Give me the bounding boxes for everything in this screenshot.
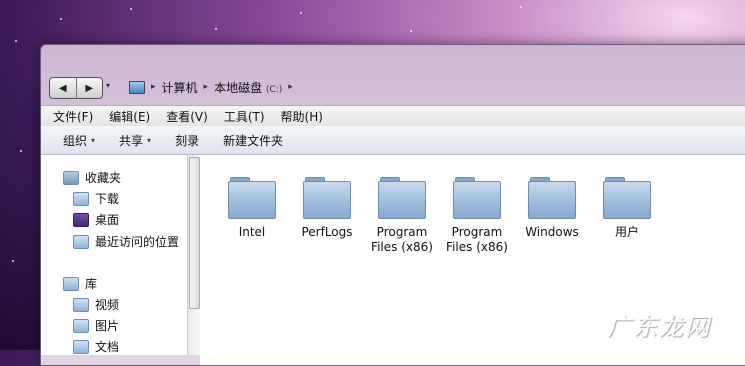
favorites-star-icon: [63, 170, 79, 185]
chevron-down-icon: ▾: [147, 135, 152, 145]
chevron-right-icon[interactable]: ▸: [204, 82, 209, 92]
folder-name: Intel: [216, 225, 288, 240]
navigation-pane-scrollbar[interactable]: [187, 155, 200, 355]
computer-icon: [129, 80, 145, 94]
burn-button[interactable]: 刻录: [163, 132, 211, 149]
video-library-icon: [73, 297, 89, 312]
navigation-bar: ◀ ▶ ▾ ▸ 计算机 ▸ 本地磁盘 (C:) ▸: [49, 75, 739, 99]
sidebar-item-label: 最近访问的位置: [95, 235, 180, 249]
menu-help[interactable]: 帮助(H): [273, 108, 331, 125]
desktop-star: [130, 8, 132, 10]
folder-name: Windows: [516, 225, 588, 240]
desktop-star: [12, 260, 14, 262]
sidebar-item-videos[interactable]: 视频: [73, 296, 119, 313]
folder-name: 用户: [591, 225, 663, 240]
desktop-star: [60, 18, 62, 20]
folder-icon: [303, 177, 351, 219]
folder-name-line2: Files (x86): [371, 240, 433, 254]
navigation-pane: 收藏夹 下载 桌面 最近访问的位置 库 视频 图片 文档: [41, 155, 188, 355]
folder-name: Program Files (x86): [441, 225, 513, 255]
sidebar-item-favorites[interactable]: 收藏夹: [63, 169, 121, 186]
recent-places-icon: [73, 234, 89, 249]
folder-name-line2: Files (x86): [446, 240, 508, 254]
folder-name-line1: Intel: [238, 225, 266, 239]
folder-item[interactable]: Intel: [216, 173, 288, 240]
sidebar-item-desktop[interactable]: 桌面: [73, 211, 119, 228]
folder-name-line1: 用户: [614, 225, 639, 239]
watermark-text: 广东龙网: [607, 313, 711, 341]
sidebar-item-label: 收藏夹: [85, 171, 122, 185]
folder-item[interactable]: PerfLogs: [291, 173, 363, 240]
folder-icon: [528, 177, 576, 219]
menu-file[interactable]: 文件(F): [45, 108, 101, 125]
desktop-star: [410, 30, 412, 32]
folder-name-line1: Windows: [525, 225, 579, 239]
chevron-right-icon[interactable]: ▸: [151, 82, 156, 92]
folder-item[interactable]: Windows: [516, 173, 588, 240]
desktop-star: [300, 12, 302, 14]
new-folder-button[interactable]: 新建文件夹: [211, 132, 295, 149]
sidebar-item-libraries[interactable]: 库: [63, 275, 97, 292]
folder-icon: [228, 177, 276, 219]
share-label: 共享: [119, 133, 144, 148]
nav-buttons: ◀ ▶: [49, 77, 103, 99]
folder-name: Program Files (x86): [366, 225, 438, 255]
chevron-right-icon[interactable]: ▸: [288, 82, 293, 92]
menu-bar: 文件(F) 编辑(E) 查看(V) 工具(T) 帮助(H): [41, 105, 745, 126]
sidebar-item-label: 视频: [95, 298, 120, 312]
desktop-star: [15, 40, 17, 42]
folder-icon: [378, 177, 426, 219]
back-button[interactable]: ◀: [50, 78, 76, 98]
folder-item[interactable]: Program Files (x86): [366, 173, 438, 255]
menu-tools[interactable]: 工具(T): [216, 108, 273, 125]
breadcrumb-computer[interactable]: 计算机: [162, 79, 198, 96]
chevron-down-icon: ▾: [91, 135, 96, 145]
organize-button[interactable]: 组织 ▾: [51, 132, 107, 149]
sidebar-item-documents[interactable]: 文档: [73, 338, 119, 355]
sidebar-item-label: 图片: [95, 319, 120, 333]
command-bar: 组织 ▾ 共享 ▾ 刻录 新建文件夹: [41, 126, 745, 155]
document-library-icon: [73, 339, 89, 354]
desktop-star: [215, 28, 217, 30]
folder-name-line1: Program: [376, 225, 428, 239]
menu-edit[interactable]: 编辑(E): [101, 108, 158, 125]
breadcrumb-local-disk[interactable]: 本地磁盘 (C:): [214, 79, 282, 96]
folder-name: PerfLogs: [291, 225, 363, 240]
folder-name-line1: Program: [451, 225, 503, 239]
forward-button[interactable]: ▶: [75, 78, 103, 98]
recent-pages-dropdown[interactable]: ▾: [106, 81, 110, 90]
desktop-icon: [73, 212, 89, 227]
menu-view[interactable]: 查看(V): [158, 108, 216, 125]
breadcrumb-local-disk-label: 本地磁盘: [214, 80, 263, 95]
drive-letter: (C:): [265, 84, 283, 95]
sidebar-item-recent-places[interactable]: 最近访问的位置: [73, 233, 179, 250]
folder-name-line1: PerfLogs: [301, 225, 353, 239]
folder-item[interactable]: Program Files (x86): [441, 173, 513, 255]
organize-label: 组织: [63, 133, 88, 148]
picture-library-icon: [73, 318, 89, 333]
sidebar-item-label: 库: [85, 277, 98, 291]
sidebar-item-pictures[interactable]: 图片: [73, 317, 119, 334]
download-folder-icon: [73, 191, 89, 206]
library-icon: [63, 276, 79, 291]
scrollbar-thumb[interactable]: [189, 157, 200, 309]
desktop-star: [520, 6, 522, 8]
sidebar-item-label: 下载: [95, 192, 120, 206]
folder-icon: [453, 177, 501, 219]
sidebar-item-label: 文档: [95, 340, 120, 354]
folder-item[interactable]: 用户: [591, 173, 663, 240]
address-bar[interactable]: ▸ 计算机 ▸ 本地磁盘 (C:) ▸: [129, 76, 293, 98]
desktop-star: [20, 150, 22, 152]
folder-icon: [603, 177, 651, 219]
sidebar-item-downloads[interactable]: 下载: [73, 190, 119, 207]
sidebar-item-label: 桌面: [95, 213, 120, 227]
share-button[interactable]: 共享 ▾: [107, 132, 163, 149]
